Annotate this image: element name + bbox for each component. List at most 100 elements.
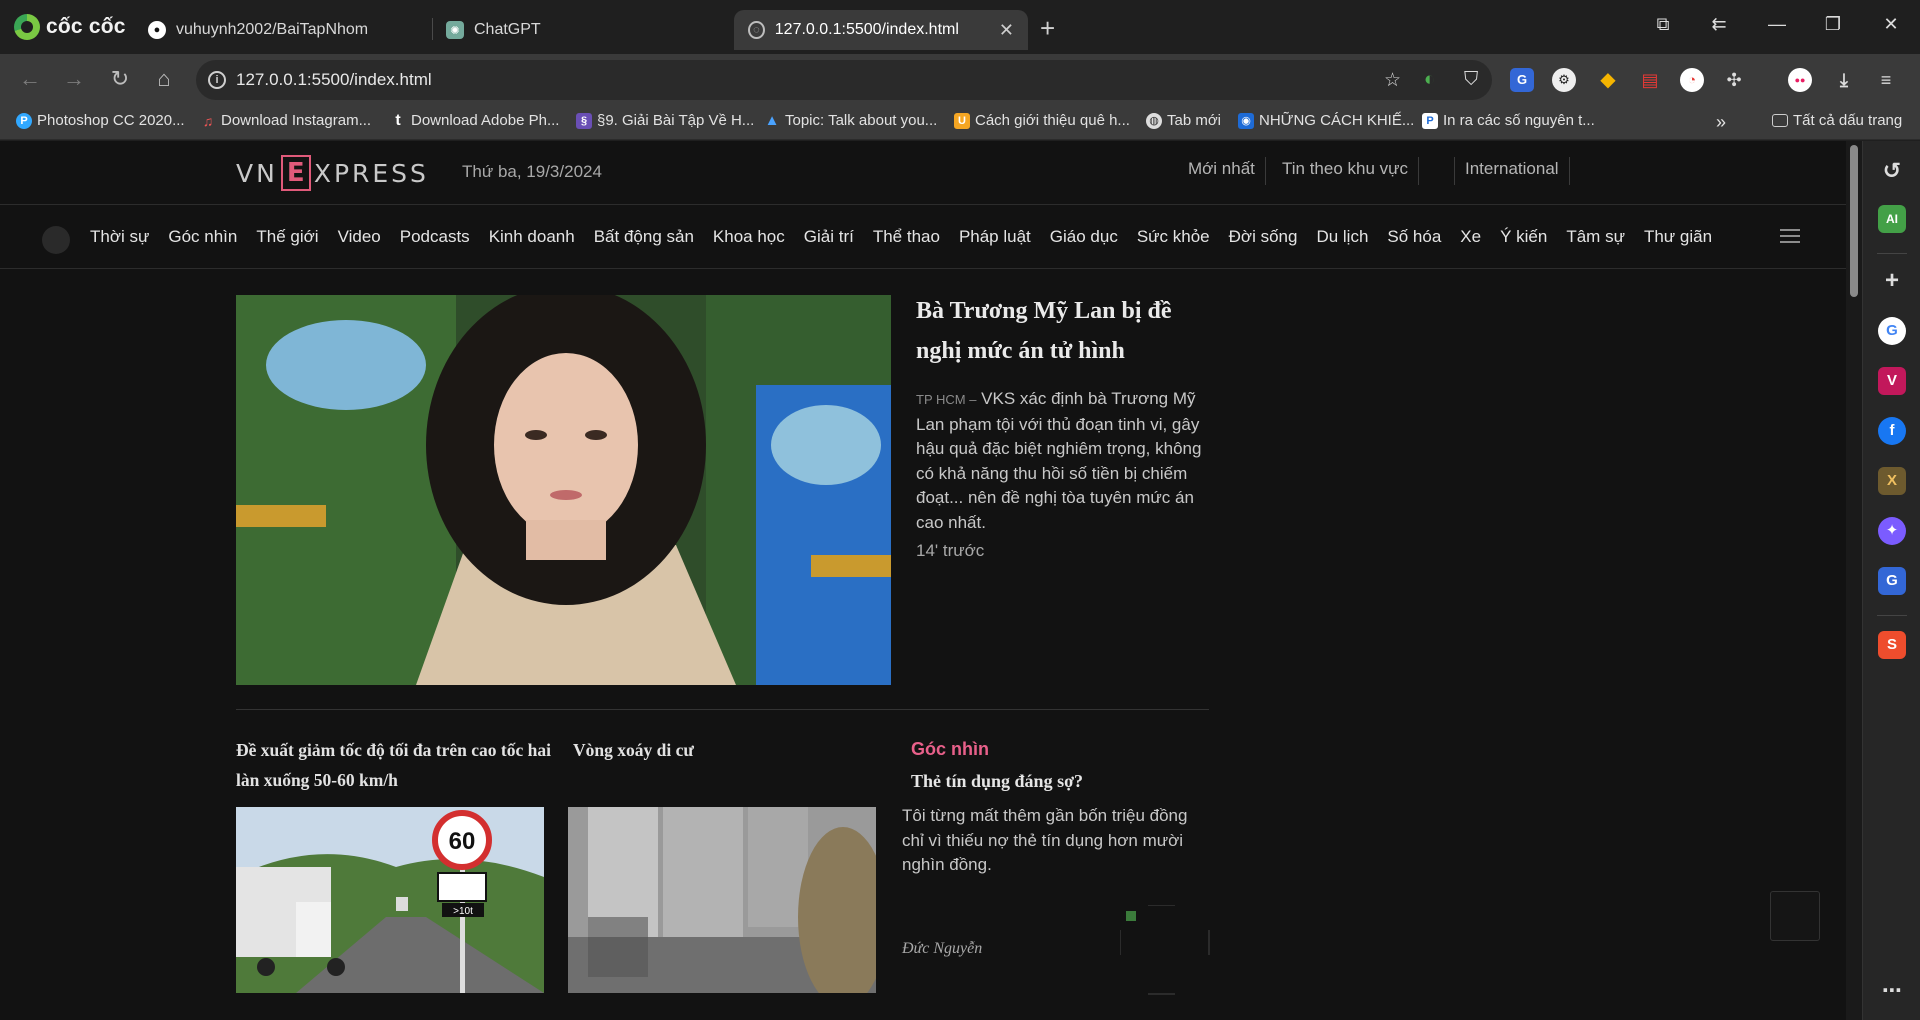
- nav-item[interactable]: Du lịch: [1316, 227, 1368, 247]
- new-tab-button[interactable]: +: [1040, 13, 1055, 44]
- nav-item[interactable]: Giáo dục: [1050, 227, 1118, 247]
- url-text[interactable]: 127.0.0.1:5500/index.html: [236, 70, 432, 90]
- bookmark-item[interactable]: ◍ Tab mới: [1146, 112, 1221, 129]
- bookmark-item[interactable]: ▲ Topic: Talk about you...: [764, 112, 938, 129]
- back-to-top-button[interactable]: [1770, 891, 1820, 941]
- link-moi-nhat[interactable]: Mới nhất: [1178, 157, 1266, 185]
- hero-image[interactable]: [236, 295, 891, 685]
- nav-item[interactable]: Kinh doanh: [489, 227, 575, 247]
- site-info-icon[interactable]: i: [208, 71, 226, 89]
- menu-icon[interactable]: ≡: [1874, 68, 1898, 92]
- card-title-speed-limit[interactable]: Đề xuất giảm tốc độ tối đa trên cao tốc …: [236, 735, 556, 795]
- more-options-icon[interactable]: ⋯: [1878, 977, 1906, 1005]
- nav-item[interactable]: Góc nhìn: [168, 227, 237, 247]
- nav-item[interactable]: Số hóa: [1387, 227, 1441, 247]
- settings-ext-icon[interactable]: ⚙: [1552, 68, 1576, 92]
- hamburger-menu-icon[interactable]: [1780, 229, 1800, 247]
- hero-title[interactable]: Bà Trương Mỹ Lan bị đề nghị mức án tử hì…: [916, 291, 1216, 371]
- bookmark-item[interactable]: P In ra các số nguyên t...: [1422, 112, 1595, 129]
- t-letter-icon: t: [395, 111, 401, 129]
- bookmark-label: Tab mới: [1167, 112, 1222, 129]
- bookmark-item[interactable]: ◉ NHỮNG CÁCH KHIẾ...: [1238, 112, 1414, 129]
- shield-icon[interactable]: ⛉: [1464, 69, 1478, 91]
- address-bar[interactable]: i 127.0.0.1:5500/index.html ☆ ◐ ⛉: [196, 60, 1492, 100]
- tab-active-localhost[interactable]: ◌ 127.0.0.1:5500/index.html ✕: [734, 10, 1028, 50]
- profile-avatar[interactable]: ●●: [1788, 68, 1812, 92]
- dark-mode-icon[interactable]: ◐: [1424, 69, 1435, 91]
- card-image-highway[interactable]: 60 >10t: [236, 807, 544, 993]
- link-international[interactable]: International: [1454, 157, 1570, 185]
- translate-ext-icon[interactable]: G: [1510, 68, 1534, 92]
- hero-description: TP HCM – VKS xác định bà Trương Mỹ Lan p…: [916, 387, 1216, 535]
- bookmark-item[interactable]: ♫ Download Instagram...: [200, 112, 371, 129]
- grid-ext-icon[interactable]: ▤: [1638, 68, 1662, 92]
- nav-item[interactable]: Sức khỏe: [1137, 227, 1210, 247]
- card-image-migration[interactable]: [568, 807, 876, 993]
- facebook-icon[interactable]: f: [1878, 417, 1906, 445]
- globe-icon: ◍: [1146, 112, 1162, 129]
- more-bookmarks-icon[interactable]: »: [1716, 112, 1726, 133]
- add-panel-icon[interactable]: +: [1878, 267, 1906, 295]
- browser-brand[interactable]: cốc cốc: [14, 12, 126, 42]
- page-scrollbar[interactable]: [1846, 141, 1862, 1020]
- bookmark-item[interactable]: t Download Adobe Ph...: [390, 112, 559, 129]
- nav-item[interactable]: Ý kiến: [1500, 227, 1547, 247]
- vnexpress-logo[interactable]: VN E XPRESS: [236, 153, 429, 193]
- speed-sign-value: 60: [449, 828, 476, 855]
- v-app-icon[interactable]: V: [1878, 367, 1906, 395]
- close-window-button[interactable]: ✕: [1876, 14, 1906, 35]
- color-ext-icon[interactable]: ◔: [1680, 68, 1704, 92]
- translate-icon[interactable]: G: [1878, 567, 1906, 595]
- nav-item[interactable]: Tâm sự: [1566, 227, 1625, 247]
- ai-assistant-icon[interactable]: AI: [1878, 205, 1906, 233]
- download-icon[interactable]: ⤓: [1832, 68, 1856, 92]
- all-bookmarks-folder[interactable]: Tất cả dấu trang: [1772, 112, 1902, 129]
- diamond-ext-icon[interactable]: ◆: [1596, 68, 1620, 92]
- chatgpt-icon: ✺: [446, 21, 464, 39]
- minimize-button[interactable]: —: [1762, 14, 1792, 35]
- close-tab-icon[interactable]: ✕: [999, 20, 1014, 41]
- google-icon[interactable]: G: [1878, 317, 1906, 345]
- goc-nhin-title[interactable]: Thẻ tín dụng đáng sợ?: [911, 771, 1083, 792]
- card-title-migration[interactable]: Vòng xoáy di cư: [573, 735, 873, 765]
- bookmark-label: Download Instagram...: [221, 112, 372, 129]
- goc-nhin-label[interactable]: Góc nhìn: [911, 739, 989, 760]
- bookmark-item[interactable]: § §9. Giải Bài Tập Về H...: [576, 112, 754, 129]
- nav-item[interactable]: Thế giới: [256, 227, 318, 247]
- reload-icon[interactable]: ↻: [106, 66, 134, 92]
- nav-item[interactable]: Pháp luật: [959, 227, 1031, 247]
- tab-github[interactable]: ● vuhuynh2002/BaiTapNhom: [134, 10, 382, 50]
- nav-item[interactable]: Thời sự: [90, 227, 149, 247]
- nav-item[interactable]: Bất động sản: [594, 227, 694, 247]
- nav-item[interactable]: Xe: [1460, 227, 1481, 247]
- history-icon[interactable]: ↺: [1878, 157, 1906, 185]
- nav-item[interactable]: Video: [338, 227, 381, 247]
- screenshot-icon[interactable]: ⧉: [1648, 14, 1678, 35]
- back-history-icon[interactable]: ⇇: [1704, 14, 1734, 35]
- bookmark-item[interactable]: P Photoshop CC 2020...: [16, 112, 185, 129]
- p-letter-icon: P: [1422, 112, 1438, 129]
- nav-item[interactable]: Đời sống: [1229, 227, 1298, 247]
- bookmark-item[interactable]: U Cách giới thiệu quê h...: [954, 112, 1130, 129]
- tab-chatgpt[interactable]: ✺ ChatGPT: [432, 10, 555, 50]
- restore-button[interactable]: ❐: [1818, 14, 1848, 35]
- nav-item[interactable]: Thư giãn: [1644, 227, 1712, 247]
- scrollbar-thumb[interactable]: [1850, 145, 1858, 297]
- extensions-puzzle-icon[interactable]: ✣: [1722, 68, 1746, 92]
- nav-item[interactable]: Podcasts: [400, 227, 470, 247]
- home-icon[interactable]: [42, 226, 70, 254]
- nav-item[interactable]: Khoa học: [713, 227, 785, 247]
- goc-nhin-author[interactable]: Đức Nguyễn: [902, 940, 982, 958]
- forward-arrow-icon[interactable]: →: [60, 66, 88, 92]
- nav-item[interactable]: Giải trí: [804, 227, 854, 247]
- back-arrow-icon[interactable]: ←: [16, 66, 44, 92]
- home-icon[interactable]: ⌂: [150, 66, 178, 92]
- x-app-icon[interactable]: X: [1878, 467, 1906, 495]
- star-bookmark-icon[interactable]: ☆: [1384, 69, 1401, 92]
- link-tin-theo-khu-vuc[interactable]: Tin theo khu vực: [1272, 157, 1420, 185]
- sidebar-divider: [1877, 253, 1907, 254]
- shopee-icon[interactable]: S: [1878, 631, 1906, 659]
- nav-item[interactable]: Thể thao: [873, 227, 940, 247]
- messenger-icon[interactable]: ✦: [1878, 517, 1906, 545]
- migration-photo: [568, 807, 876, 993]
